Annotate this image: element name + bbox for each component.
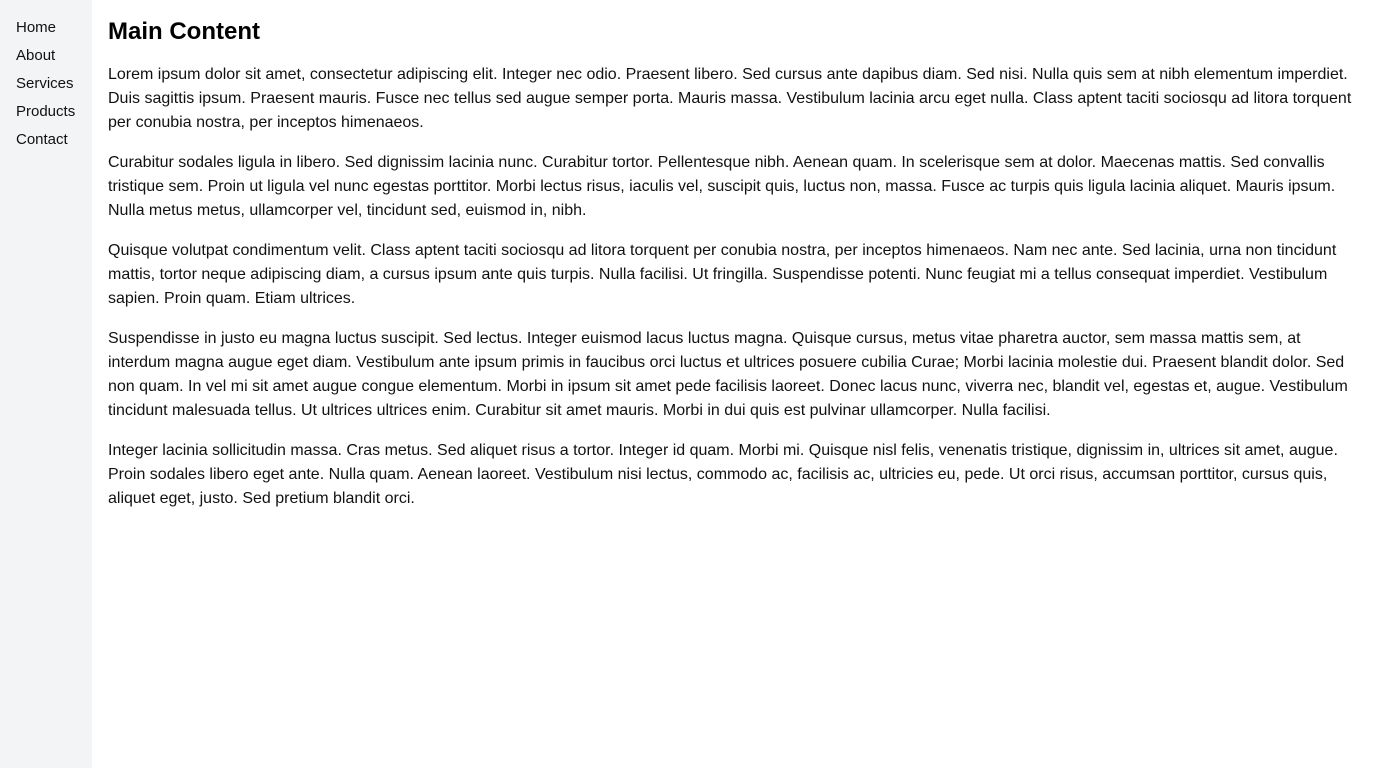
sidebar-item-contact[interactable]: Contact [16, 126, 92, 154]
content-paragraph-2: Curabitur sodales ligula in libero. Sed … [108, 154, 1336, 219]
sidebar-item-about[interactable]: About [16, 42, 92, 70]
sidebar-item-products[interactable]: Products [16, 98, 92, 126]
page-layout: Home About Services Products Contact Mai… [0, 0, 1376, 768]
content-paragraph-4: Suspendisse in justo eu magna luctus sus… [108, 330, 1348, 419]
sidebar-item-home[interactable]: Home [16, 14, 92, 42]
main-content: Main Content Lorem ipsum dolor sit amet,… [92, 0, 1376, 768]
content-paragraph-5: Integer lacinia sollicitudin massa. Cras… [108, 442, 1338, 507]
sidebar-nav: Home About Services Products Contact [0, 0, 92, 768]
page-title: Main Content [108, 18, 260, 45]
sidebar-item-services[interactable]: Services [16, 70, 92, 98]
content-paragraph-3: Quisque volutpat condimentum velit. Clas… [108, 242, 1337, 307]
content-paragraph-1: Lorem ipsum dolor sit amet, consectetur … [108, 66, 1352, 131]
